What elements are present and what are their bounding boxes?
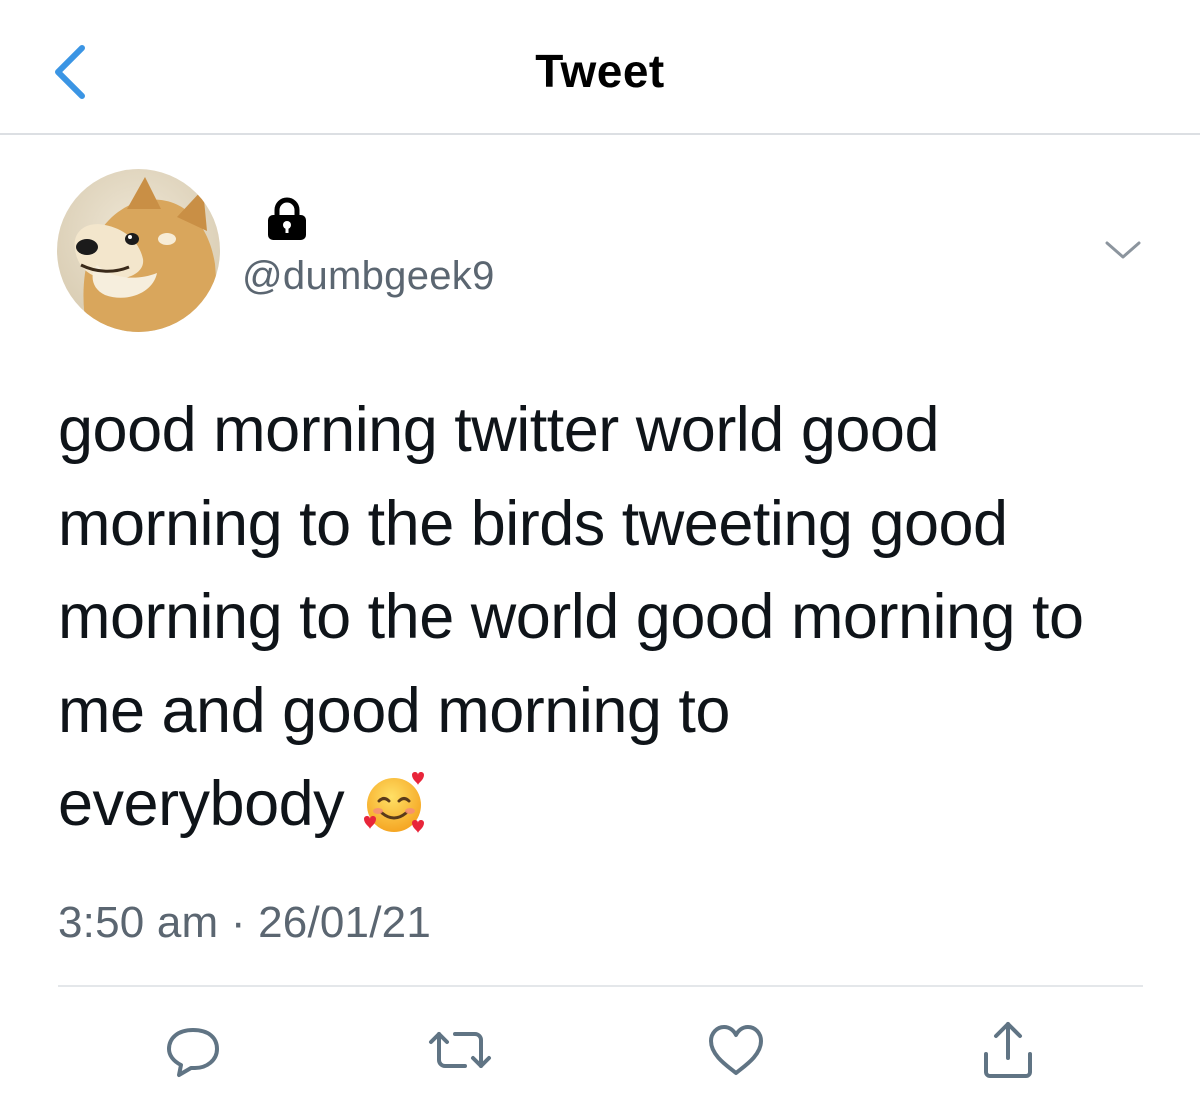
- share-button[interactable]: [968, 1010, 1048, 1090]
- tweet-detail-screen: Tweet @dumbgeek9 good morning twitter wo…: [0, 0, 1200, 1102]
- tweet-time: 3:50 am: [58, 898, 219, 947]
- divider: [58, 985, 1143, 987]
- tweet-line: morning to the birds tweeting good: [58, 488, 1008, 559]
- shiba-inu-avatar: [57, 169, 220, 332]
- tweet-line: everybody: [58, 769, 345, 839]
- tweet-timestamp: 3:50 am · 26/01/21: [58, 898, 431, 948]
- smiling-face-with-hearts-emoji: [364, 772, 425, 833]
- retweet-button[interactable]: [420, 1010, 500, 1090]
- tweet-date: 26/01/21: [258, 898, 431, 947]
- page-title: Tweet: [535, 45, 665, 97]
- lock-icon: [268, 197, 306, 240]
- like-icon: [709, 1025, 763, 1075]
- tweet-line: good morning twitter world good: [58, 395, 940, 465]
- tweet-line: me and good morning to: [58, 675, 730, 746]
- meta-separator: ·: [230, 898, 246, 947]
- tweet-line-last: everybody: [58, 758, 1158, 852]
- avatar[interactable]: [57, 169, 220, 332]
- nav-header: Tweet: [0, 0, 1200, 135]
- tweet-line: morning to the world good morning to: [58, 582, 1084, 652]
- author-handle[interactable]: @dumbgeek9: [242, 254, 495, 299]
- chevron-down-icon: [1105, 241, 1141, 259]
- tweet-options-button[interactable]: [1098, 230, 1148, 270]
- reply-icon: [167, 1028, 219, 1077]
- share-icon: [984, 1022, 1032, 1078]
- reply-button[interactable]: [153, 1010, 233, 1090]
- like-button[interactable]: [696, 1010, 776, 1090]
- retweet-icon: [429, 1032, 491, 1068]
- tweet-text: good morning twitter world good morning …: [58, 384, 1158, 852]
